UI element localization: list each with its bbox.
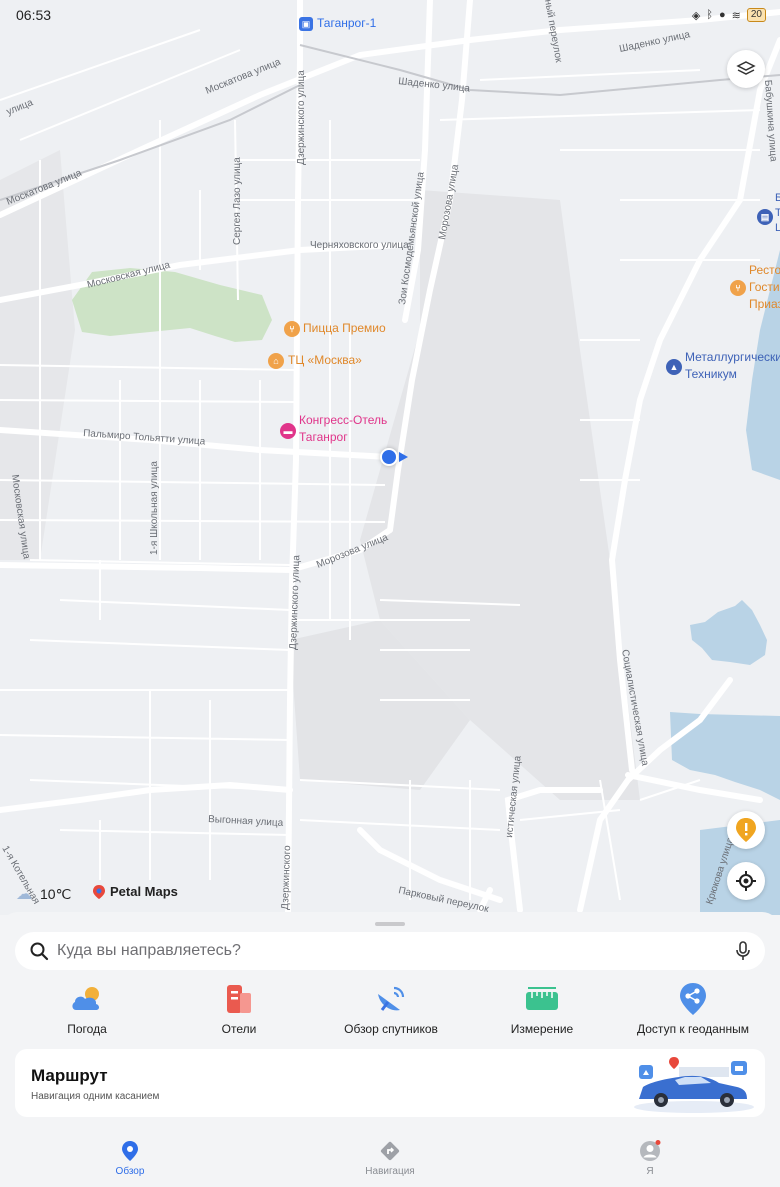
quick-action-label: Отели — [221, 1022, 257, 1036]
crosshair-icon — [736, 871, 756, 891]
poi-college-label[interactable]: Металлургический Техникум — [685, 349, 780, 383]
mall-icon[interactable]: ⌂ — [268, 353, 284, 369]
share-location-icon — [676, 982, 710, 1016]
tab-navigation[interactable]: Навигация — [330, 1140, 450, 1177]
quick-action-satellite[interactable]: Обзор спутников — [316, 982, 466, 1036]
report-button[interactable] — [727, 811, 765, 849]
battery-indicator: 20 — [746, 8, 766, 22]
status-time: 06:53 — [16, 7, 52, 23]
search-input[interactable]: Куда вы направляетесь? — [57, 942, 735, 960]
poi-restaurant-label[interactable]: Ресто Гости Приаз — [749, 262, 780, 313]
bus-stop-icon[interactable]: ▤ — [757, 209, 773, 225]
poi-restaurant-line: Ресто — [749, 263, 780, 277]
quick-action-label: Погода — [67, 1022, 107, 1036]
map-pin-icon — [119, 1140, 141, 1162]
street-label: 1-я Школьная улица — [149, 461, 160, 555]
brand-name: Petal Maps — [110, 884, 178, 899]
street-label: Дзержинского — [280, 845, 293, 910]
tab-label: Я — [646, 1166, 654, 1177]
poi-edge-line: Т — [775, 207, 780, 219]
street-label: Черняховского улица — [310, 240, 409, 251]
quick-actions: Погода Отели Обзор спутников Измерение Д… — [0, 982, 780, 1042]
tab-overview[interactable]: Обзор — [70, 1140, 190, 1177]
street-label: улица — [5, 97, 35, 118]
bottom-sheet: Куда вы направляетесь? Погода Отели Обзо… — [0, 912, 780, 1187]
street-label: Выгонная улица — [208, 814, 284, 829]
street-label: Дзержинского улица — [288, 555, 302, 651]
poi-restaurant-line: Гости — [749, 280, 780, 294]
poi-edge-line: Б — [775, 192, 780, 204]
location-icon: ● — [719, 9, 726, 21]
tab-label: Обзор — [115, 1166, 145, 1177]
cloud-icon: ☁ — [16, 886, 32, 903]
weather-temp: 10℃ — [40, 885, 72, 902]
status-icons: ◈ ᛒ ● ≋ 20 — [692, 8, 766, 22]
street-label: Шаденко улица — [618, 29, 691, 55]
quick-action-label: Измерение — [510, 1022, 574, 1036]
search-bar[interactable]: Куда вы направляетесь? — [15, 932, 765, 970]
weather-icon — [70, 982, 104, 1016]
heading-arrow-icon — [399, 452, 408, 462]
ruler-icon — [525, 982, 559, 1016]
status-bar: 06:53 ◈ ᛒ ● ≋ 20 — [0, 0, 780, 32]
route-subtitle: Навигация одним касанием — [31, 1091, 160, 1102]
petal-maps-icon — [93, 884, 105, 899]
poi-hotel-label[interactable]: Конгресс-Отель Таганрог — [299, 412, 387, 446]
hotel-bed-icon[interactable]: ▬ — [280, 423, 296, 439]
bluetooth-icon: ᛒ — [706, 9, 713, 21]
weather-widget[interactable]: ☁ 10℃ — [16, 884, 71, 904]
street-label: Шаденко улица — [398, 76, 471, 95]
quick-action-measure[interactable]: Измерение — [467, 982, 617, 1036]
poi-hotel-line: Конгресс-Отель — [299, 413, 388, 427]
search-icon — [30, 942, 49, 961]
hotel-icon — [222, 982, 256, 1016]
brand-logo: Petal Maps — [93, 884, 178, 899]
street-label: Пальмиро Тольятти улица — [83, 428, 206, 448]
quick-action-hotels[interactable]: Отели — [164, 982, 314, 1036]
poi-college-line: Техникум — [685, 367, 737, 381]
warning-pin-icon — [736, 818, 756, 842]
street-label: Дзержинского улица — [296, 70, 307, 165]
locate-me-button[interactable] — [727, 862, 765, 900]
nfc-icon: ◈ — [691, 9, 701, 22]
poi-college-line: Металлургический — [685, 350, 780, 364]
tab-profile[interactable]: Я — [590, 1140, 710, 1177]
map-view[interactable]: Москатова улица Москатова улица Шаденко … — [0, 0, 780, 915]
quick-action-weather[interactable]: Погода — [12, 982, 162, 1036]
poi-mall-label[interactable]: ТЦ «Москва» — [288, 352, 362, 369]
poi-pizza-label[interactable]: Пицца Премио — [303, 320, 386, 337]
profile-icon — [639, 1140, 661, 1162]
wifi-icon: ≋ — [731, 9, 741, 22]
tab-label: Навигация — [365, 1166, 415, 1177]
layers-button[interactable] — [727, 50, 765, 88]
microphone-icon[interactable] — [735, 941, 751, 961]
satellite-icon — [374, 982, 408, 1016]
poi-edge-line: L — [775, 222, 780, 234]
route-card[interactable]: Маршрут Навигация одним касанием — [15, 1049, 765, 1117]
street-label: Бабушкина улица — [762, 79, 780, 162]
street-label: Сергея Лазо улица — [232, 157, 243, 245]
graduation-cap-icon[interactable]: ▲ — [666, 359, 682, 375]
quick-action-geodata[interactable]: Доступ к геоданным — [618, 982, 768, 1036]
layers-icon — [736, 61, 756, 75]
quick-action-label: Доступ к геоданным — [637, 1022, 749, 1036]
poi-hotel-line: Таганрог — [299, 430, 348, 444]
poi-edge-label[interactable]: Б Т L — [775, 191, 780, 236]
current-location-marker — [380, 448, 398, 466]
navigation-icon — [379, 1140, 401, 1162]
route-title: Маршрут — [31, 1066, 108, 1085]
bottom-tab-bar: Обзор Навигация Я — [0, 1132, 780, 1187]
quick-action-label: Обзор спутников — [344, 1022, 438, 1036]
sheet-drag-handle[interactable] — [375, 922, 405, 926]
car-illustration-icon — [634, 1057, 754, 1113]
poi-restaurant-line: Приаз — [749, 297, 780, 311]
pizza-icon[interactable]: ⑂ — [284, 321, 300, 337]
restaurant-icon[interactable]: ⑂ — [730, 280, 746, 296]
